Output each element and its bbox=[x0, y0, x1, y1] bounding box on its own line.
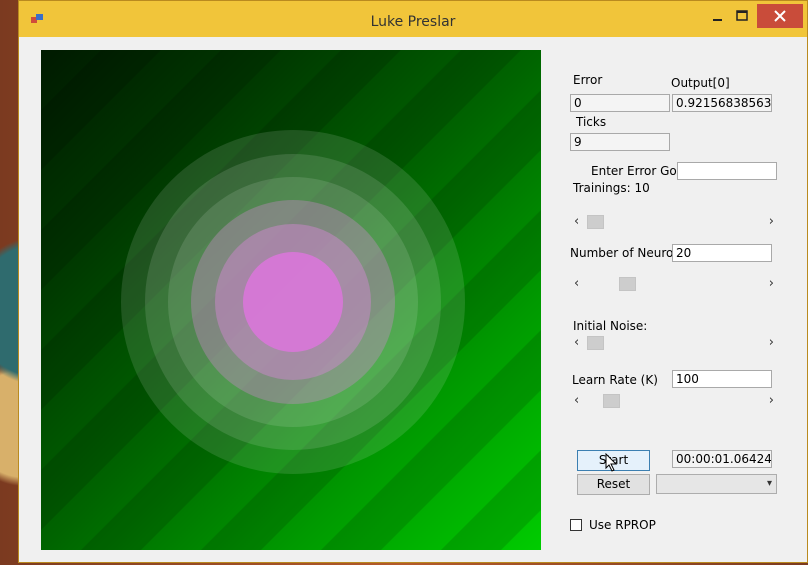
neurons-slider[interactable]: ‹ › bbox=[571, 276, 777, 292]
learn-rate-slider-thumb[interactable] bbox=[603, 394, 620, 408]
neurons-input[interactable]: 20 bbox=[672, 244, 772, 262]
client-area: Error Output[0] 0 0.92156838563280 Ticks… bbox=[23, 37, 803, 559]
slider-right-icon[interactable]: › bbox=[769, 335, 774, 350]
ticks-field[interactable]: 9 bbox=[570, 133, 670, 151]
trainings-slider-thumb[interactable] bbox=[587, 215, 604, 229]
chevron-down-icon[interactable]: ▾ bbox=[767, 478, 772, 489]
elapsed-time-field[interactable]: 00:00:01.0642445 bbox=[672, 450, 772, 468]
slider-right-icon[interactable]: › bbox=[769, 276, 774, 291]
slider-right-icon[interactable]: › bbox=[769, 214, 774, 229]
learn-rate-slider[interactable]: ‹ › bbox=[571, 393, 777, 409]
learn-rate-input[interactable]: 100 bbox=[672, 370, 772, 388]
mode-dropdown[interactable]: ▾ bbox=[656, 474, 777, 494]
rprop-label[interactable]: Use RPROP bbox=[589, 518, 656, 532]
rprop-checkbox[interactable] bbox=[570, 519, 582, 531]
reset-button[interactable]: Reset bbox=[577, 474, 650, 495]
error-goal-label: Enter Error Goal bbox=[591, 164, 688, 178]
learn-rate-label: Learn Rate (K) bbox=[572, 373, 658, 387]
noise-label: Initial Noise: bbox=[573, 319, 648, 333]
slider-left-icon[interactable]: ‹ bbox=[574, 335, 579, 350]
visualization-canvas bbox=[41, 50, 541, 550]
output-label: Output[0] bbox=[671, 76, 730, 90]
noise-slider[interactable]: ‹ › bbox=[571, 335, 777, 351]
error-field[interactable]: 0 bbox=[570, 94, 670, 112]
slider-right-icon[interactable]: › bbox=[769, 393, 774, 408]
title-bar: Luke Preslar bbox=[19, 1, 807, 37]
neurons-slider-thumb[interactable] bbox=[619, 277, 636, 291]
maximize-icon[interactable] bbox=[731, 7, 753, 27]
close-icon[interactable] bbox=[757, 4, 803, 28]
error-goal-input[interactable] bbox=[677, 162, 777, 180]
trainings-slider[interactable]: ‹ › bbox=[571, 214, 777, 230]
app-window: Luke Preslar Error Output[0] 0 0.9215683… bbox=[18, 0, 808, 563]
output-field[interactable]: 0.92156838563280 bbox=[672, 94, 772, 112]
ticks-label: Ticks bbox=[576, 115, 607, 129]
mouse-cursor-icon bbox=[605, 453, 618, 472]
trainings-label: Trainings: 10 bbox=[573, 181, 650, 195]
slider-left-icon[interactable]: ‹ bbox=[574, 393, 579, 408]
minimize-icon[interactable] bbox=[706, 7, 728, 27]
window-title: Luke Preslar bbox=[370, 14, 456, 30]
slider-left-icon[interactable]: ‹ bbox=[574, 276, 579, 291]
noise-slider-thumb[interactable] bbox=[587, 336, 604, 350]
error-label: Error bbox=[573, 73, 603, 87]
neurons-label: Number of Neurons bbox=[570, 246, 688, 260]
slider-left-icon[interactable]: ‹ bbox=[574, 214, 579, 229]
